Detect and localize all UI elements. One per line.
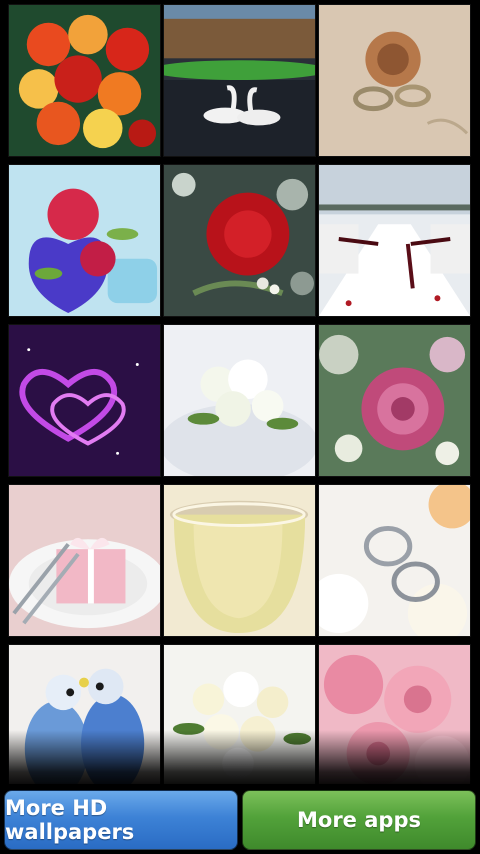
- table-gift-image: [9, 485, 160, 636]
- bottom-button-bar: More HD wallpapers More apps: [0, 784, 480, 854]
- pink-rose-image: [319, 325, 470, 476]
- wallpaper-thumbnail-table-gift[interactable]: [8, 484, 161, 637]
- wallpaper-thumbnail-red-rose[interactable]: [163, 164, 316, 317]
- rose-bouquet-image: [9, 5, 160, 156]
- wallpaper-thumbnail-pink-roses[interactable]: [318, 644, 471, 784]
- glowing-heart-image: [9, 325, 160, 476]
- more-hd-wallpapers-button[interactable]: More HD wallpapers: [4, 790, 238, 850]
- wallpaper-thumbnail-heart-box[interactable]: [8, 164, 161, 317]
- wallpaper-thumbnail-champagne[interactable]: [163, 484, 316, 637]
- white-roses-image: [164, 645, 315, 784]
- wallpaper-thumbnail-rose-bouquet[interactable]: [8, 4, 161, 157]
- wallpaper-thumbnail-white-roses[interactable]: [163, 644, 316, 784]
- wallpaper-thumbnail-swans[interactable]: [163, 4, 316, 157]
- pink-roses-image: [319, 645, 470, 784]
- champagne-image: [164, 485, 315, 636]
- bridal-bouquet-image: [164, 325, 315, 476]
- wallpaper-thumbnail-rings-flowers[interactable]: [318, 484, 471, 637]
- wallpaper-thumbnail-pink-rose[interactable]: [318, 324, 471, 477]
- swans-image: [164, 5, 315, 156]
- app-screen: More HD wallpapers More apps: [0, 0, 480, 854]
- wallpaper-thumbnail-rose-rings[interactable]: [318, 4, 471, 157]
- red-rose-image: [164, 165, 315, 316]
- heart-box-image: [9, 165, 160, 316]
- wedding-aisle-image: [319, 165, 470, 316]
- wallpaper-thumbnail-wedding-aisle[interactable]: [318, 164, 471, 317]
- wallpaper-thumbnail-glowing-heart[interactable]: [8, 324, 161, 477]
- rings-flowers-image: [319, 485, 470, 636]
- wallpaper-grid: [8, 4, 472, 784]
- rose-rings-image: [319, 5, 470, 156]
- wallpaper-thumbnail-bridal-bouquet[interactable]: [163, 324, 316, 477]
- budgies-image: [9, 645, 160, 784]
- more-apps-button[interactable]: More apps: [242, 790, 476, 850]
- wallpaper-thumbnail-budgies[interactable]: [8, 644, 161, 784]
